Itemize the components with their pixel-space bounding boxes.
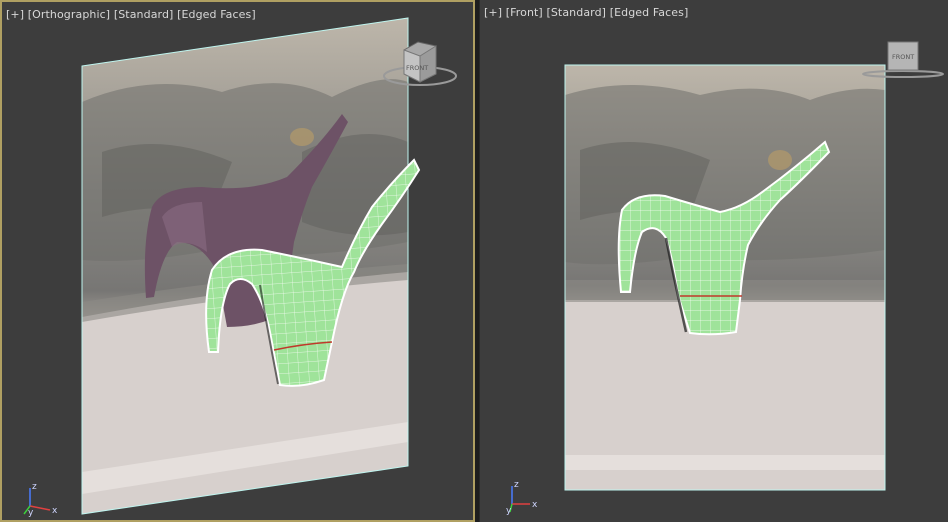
orthographic-viewport[interactable]: [+] [Orthographic] [Standard] [Edged Fac… bbox=[0, 0, 475, 522]
viewcube-face-label: FRONT bbox=[406, 64, 428, 72]
viewport-shading-menu[interactable]: [Standard] bbox=[114, 8, 174, 21]
viewcube[interactable]: FRONT bbox=[860, 40, 946, 82]
axis-z-label: z bbox=[32, 482, 37, 492]
axis-x-label: x bbox=[532, 500, 538, 510]
viewport-display-mode-menu[interactable]: [Edged Faces] bbox=[177, 8, 256, 21]
viewport-label-left: [+] [Orthographic] [Standard] [Edged Fac… bbox=[6, 8, 256, 21]
axis-tripod-icon: z x y bbox=[16, 482, 62, 518]
axis-y-label: y bbox=[28, 508, 34, 518]
viewport-menu-plus[interactable]: [+] bbox=[484, 6, 502, 19]
axis-z-label: z bbox=[514, 480, 519, 490]
viewcube-compass-ring bbox=[862, 70, 944, 78]
axis-x-label: x bbox=[52, 506, 58, 516]
viewcube[interactable]: FRONT bbox=[380, 40, 460, 92]
viewcube-face-label: FRONT bbox=[892, 53, 914, 61]
viewport-view-menu[interactable]: [Orthographic] bbox=[28, 8, 110, 21]
viewport-shading-menu[interactable]: [Standard] bbox=[546, 6, 606, 19]
viewport-display-mode-menu[interactable]: [Edged Faces] bbox=[610, 6, 689, 19]
viewport-menu-plus[interactable]: [+] bbox=[6, 8, 24, 21]
front-viewport[interactable]: [+] [Front] [Standard] [Edged Faces] FRO… bbox=[479, 0, 948, 522]
axis-tripod-icon: z x y bbox=[498, 480, 544, 516]
axis-y-label: y bbox=[506, 506, 512, 516]
viewport-view-menu[interactable]: [Front] bbox=[506, 6, 543, 19]
viewport-label-right: [+] [Front] [Standard] [Edged Faces] bbox=[484, 6, 688, 19]
